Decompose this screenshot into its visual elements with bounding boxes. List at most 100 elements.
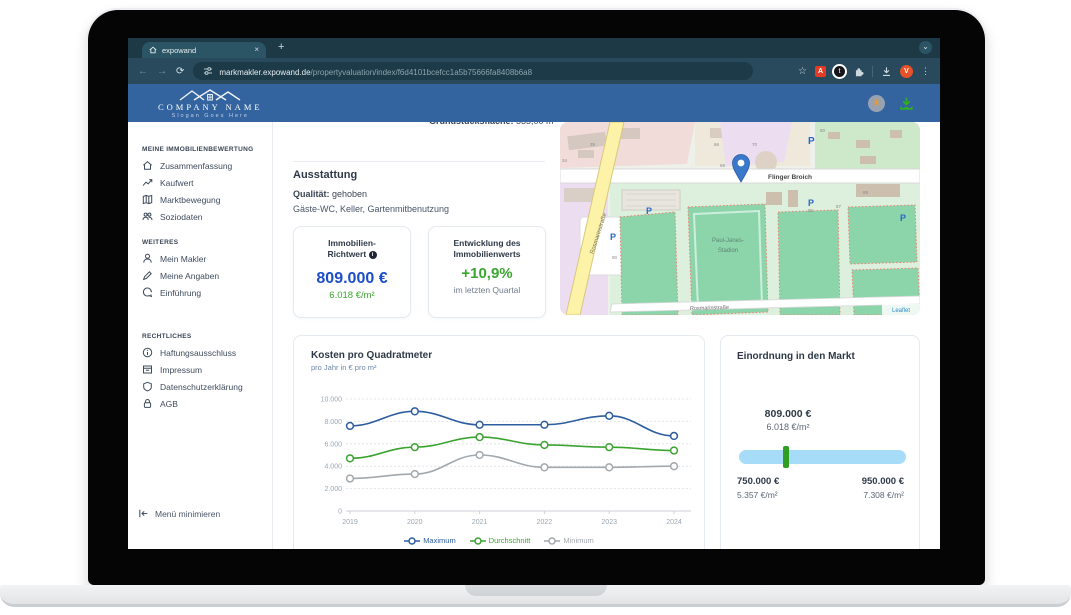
info-icon xyxy=(142,347,153,358)
tab-close-icon[interactable]: × xyxy=(254,46,259,54)
house-number: 70 xyxy=(752,142,758,147)
legend-item[interactable]: Maximum xyxy=(404,536,456,545)
sidebar-label: Datenschutzerklärung xyxy=(160,382,243,392)
quality-value: gehoben xyxy=(330,189,368,199)
theme-sun-icon[interactable]: ☀ xyxy=(868,95,885,112)
back-icon[interactable]: ← xyxy=(138,66,148,77)
market-high: 950.000 € 7.308 €/m² xyxy=(862,476,904,500)
parking-icon: P xyxy=(808,198,814,208)
profile-avatar[interactable]: V xyxy=(900,65,913,78)
address-bar[interactable]: markmakler.expowand.de/propertyvaluation… xyxy=(193,62,753,80)
house-number: 66 xyxy=(714,142,720,147)
house-number: 34 xyxy=(562,158,568,163)
svg-text:2.000: 2.000 xyxy=(324,486,342,493)
legend-item[interactable]: Durchschnitt xyxy=(470,536,531,545)
parking-icon: P xyxy=(808,136,815,147)
leaflet-attribution[interactable]: Leaflet xyxy=(892,308,910,314)
forward-icon[interactable]: → xyxy=(157,66,167,77)
browser-tab[interactable]: expowand × xyxy=(142,42,266,58)
shield-icon xyxy=(142,381,153,392)
market-card: Einordnung in den Markt 809.000 € 6.018 … xyxy=(720,335,920,549)
ausstattung-title: Ausstattung xyxy=(293,169,357,181)
tab-favicon-home-icon xyxy=(149,46,157,54)
quality-label: Qualität: xyxy=(293,189,330,199)
extensions-puzzle-icon[interactable] xyxy=(853,66,864,77)
entwicklung-card: Entwicklung des Immobilienwerts +10,9% i… xyxy=(428,226,546,318)
download-icon[interactable] xyxy=(881,66,892,77)
house-number: 87 xyxy=(836,204,842,209)
legend-marker-icon xyxy=(404,537,420,545)
pdf-extension-icon[interactable]: A xyxy=(815,66,826,77)
market-high-per-sqm: 7.308 €/m² xyxy=(862,490,904,500)
bookmark-star-icon[interactable]: ☆ xyxy=(798,66,807,77)
sidebar-section-bewertung: MEINE IMMOBILIENBEWERTUNG xyxy=(142,146,272,153)
sidebar-item-soziodaten[interactable]: Soziodaten xyxy=(142,208,272,225)
tab-search-chevron-icon[interactable]: ⌄ xyxy=(919,41,932,54)
sidebar-item-datenschutz[interactable]: Datenschutzerklärung xyxy=(142,378,272,395)
map-stadium-label-2: Stadion xyxy=(718,248,738,254)
market-low-per-sqm: 5.357 €/m² xyxy=(737,490,779,500)
market-low: 750.000 € 5.357 €/m² xyxy=(737,476,779,500)
browser-toolbar: ← → ⟳ markmakler.expowand.de/propertyval… xyxy=(128,58,940,84)
legend-label: Durchschnitt xyxy=(489,536,531,545)
person-icon xyxy=(142,253,153,264)
market-current-per-sqm: 6.018 €/m² xyxy=(726,422,850,432)
sidebar-section-rechtliches: RECHTLICHES xyxy=(142,333,272,340)
sidebar-item-agb[interactable]: AGB xyxy=(142,395,272,412)
sidebar-item-haftungsausschluss[interactable]: Haftungsausschluss xyxy=(142,344,272,361)
svg-text:2020: 2020 xyxy=(407,519,423,526)
sidebar-item-meine-angaben[interactable]: Meine Angaben xyxy=(142,267,272,284)
tab-title: expowand xyxy=(162,46,196,55)
pen-icon xyxy=(142,270,153,281)
export-download-icon[interactable] xyxy=(899,96,914,111)
sidebar-item-zusammenfassung[interactable]: Zusammenfassung xyxy=(142,157,272,174)
market-title: Einordnung in den Markt xyxy=(737,351,919,362)
sidebar-label: Meine Angaben xyxy=(160,271,219,281)
sidebar-label: Zusammenfassung xyxy=(160,161,232,171)
market-current-value: 809.000 € xyxy=(726,408,850,420)
map-street-main-label: Flinger Broich xyxy=(768,174,812,181)
info-tooltip-icon[interactable]: i xyxy=(369,251,377,259)
sidebar-item-einfuehrung[interactable]: Einführung xyxy=(142,284,272,301)
house-number: 39 xyxy=(590,142,596,147)
legend-label: Minimum xyxy=(563,536,593,545)
property-area: Grundstücksfläche: 535,00 m² xyxy=(429,122,557,129)
line-chart: 02.0004.0006.0008.00010.0002019202020212… xyxy=(294,388,706,534)
menu-minimize-button[interactable]: Menü minimieren xyxy=(138,508,220,519)
app-header: COMPANY NAME Slogan Goes Here ☀ xyxy=(128,84,940,122)
svg-text:4.000: 4.000 xyxy=(324,464,342,471)
site-settings-tune-icon[interactable] xyxy=(203,66,213,76)
sidebar-item-mein-makler[interactable]: Mein Makler xyxy=(142,250,272,267)
svg-text:2022: 2022 xyxy=(537,519,553,526)
url-path: /propertyvaluation/index/f6d4101bcefcc1a… xyxy=(311,68,533,77)
sidebar-label: Marktbewegung xyxy=(160,195,220,205)
sidebar-item-kaufwert[interactable]: Kaufwert xyxy=(142,174,272,191)
sidebar-section-weiteres: WEITERES xyxy=(142,239,272,246)
sidebar-item-impressum[interactable]: Impressum xyxy=(142,361,272,378)
features-row: Gäste-WC, Keller, Gartenmitbenutzung xyxy=(293,204,449,214)
browser-menu-icon[interactable]: ⋮ xyxy=(921,66,930,77)
parking-icon: P xyxy=(900,213,906,223)
entwicklung-title-2: Immobilienwerts xyxy=(453,249,520,259)
browser-tabstrip: expowand × + ⌄ xyxy=(128,38,940,58)
svg-text:6.000: 6.000 xyxy=(324,441,342,448)
toolbar-separator xyxy=(872,66,873,77)
svg-text:2024: 2024 xyxy=(666,519,682,526)
people-icon xyxy=(142,211,153,222)
company-logo[interactable]: COMPANY NAME Slogan Goes Here xyxy=(158,88,263,119)
sidebar-label: Mein Makler xyxy=(160,254,206,264)
reload-icon[interactable]: ⟳ xyxy=(176,66,184,77)
extension-circle-icon[interactable]: t xyxy=(834,66,845,77)
market-marker xyxy=(783,446,789,468)
house-number: 85 xyxy=(808,208,814,213)
legend-item[interactable]: Minimum xyxy=(544,536,593,545)
property-area-label: Grundstücksfläche: xyxy=(429,122,514,126)
property-map[interactable]: Flinger Broich Rosmarinstraße Rosmarinst… xyxy=(560,122,920,315)
laptop-mockup: expowand × + ⌄ ← → ⟳ markmakler.expowand… xyxy=(0,0,1071,615)
legend-label: Maximum xyxy=(423,536,456,545)
richtwert-value: 809.000 € xyxy=(294,270,410,288)
new-tab-button[interactable]: + xyxy=(278,41,284,53)
market-current: 809.000 € 6.018 €/m² xyxy=(726,408,850,432)
sidebar-item-marktbewegung[interactable]: Marktbewegung xyxy=(142,191,272,208)
sidebar-label: Haftungsausschluss xyxy=(160,348,236,358)
